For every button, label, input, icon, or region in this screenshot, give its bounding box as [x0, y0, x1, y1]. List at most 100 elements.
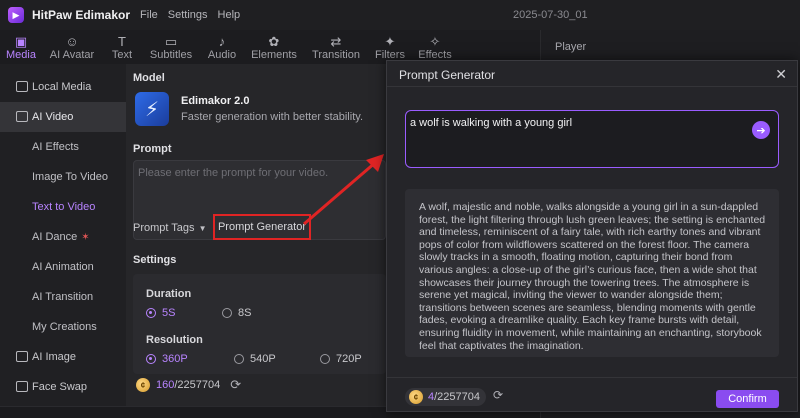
sidebar-item-label: Text to Video: [32, 201, 96, 213]
timeline-toolbar: [0, 406, 386, 418]
menu-settings[interactable]: Settings: [168, 9, 208, 21]
caret-down-icon: ▼: [198, 223, 207, 233]
sidebar-item-text-to-video[interactable]: Text to Video: [0, 192, 126, 222]
sidebar-item-label: Face Swap: [32, 381, 88, 393]
sidebar-item-ai-transition[interactable]: AI Transition: [0, 282, 126, 312]
settings-heading: Settings: [133, 254, 177, 266]
generated-prompt-box[interactable]: A wolf, majestic and noble, walks alongs…: [405, 189, 779, 357]
model-card[interactable]: ⚡ Edimakor 2.0 Faster generation with be…: [133, 90, 386, 130]
credits-indicator: ¢ 160/2257704 ⟳: [136, 376, 241, 394]
prompt-tags-dropdown[interactable]: Prompt Tags ▼: [133, 219, 206, 237]
arrow-shaft: [303, 160, 377, 226]
dialog-header: Prompt Generator ✕: [387, 61, 797, 87]
annotation-arrow: [303, 154, 384, 226]
sidebar-item-label: AI Transition: [32, 291, 94, 303]
prompt-idea-input[interactable]: a wolf is walking with a young girl ➔: [405, 110, 779, 168]
sidebar-item-label: AI Video: [32, 111, 74, 123]
tab-elements-label: Elements: [251, 48, 297, 61]
text-icon: T: [118, 33, 126, 49]
tab-filters[interactable]: ✦ Filters: [368, 30, 412, 64]
image-icon: [16, 351, 28, 362]
sidebar-item-label: AI Animation: [32, 261, 94, 273]
tab-audio[interactable]: ♪ Audio: [200, 30, 244, 64]
model-heading: Model: [133, 72, 165, 84]
sidebar-item-ai-video[interactable]: AI Video: [0, 102, 126, 132]
model-description: Faster generation with better stability.: [181, 111, 363, 123]
model-name: Edimakor 2.0: [181, 95, 250, 107]
credits-text: 160/2257704: [156, 379, 220, 391]
sidebar-item-ai-dance[interactable]: AI Dance ✶: [0, 222, 126, 252]
tab-subtitles-label: Subtitles: [149, 48, 193, 61]
sidebar-item-image-to-video[interactable]: Image To Video: [0, 162, 126, 192]
coin-icon: ¢: [409, 390, 423, 404]
confirm-button[interactable]: Confirm: [716, 390, 779, 408]
music-note-icon: ♪: [218, 33, 226, 49]
tab-elements[interactable]: ✿ Elements: [244, 30, 304, 64]
dialog-credits-total: /2257704: [434, 391, 481, 403]
prompt-generator-button[interactable]: Prompt Generator: [213, 214, 311, 240]
sidebar: Local Media AI Video AI Effects Image To…: [0, 64, 126, 418]
sidebar-item-ai-effects[interactable]: AI Effects: [0, 132, 126, 162]
elements-icon: ✿: [268, 33, 280, 49]
tab-ai-avatar[interactable]: ☺ AI Avatar: [42, 30, 102, 64]
tab-media[interactable]: ▣ Media: [0, 30, 42, 64]
radio-label: 8S: [238, 307, 252, 319]
prompt-generator-dialog: Prompt Generator ✕ a wolf is walking wit…: [386, 60, 798, 412]
prompt-generator-label: Prompt Generator: [217, 221, 307, 233]
radio-label: 5S: [162, 307, 176, 319]
prompt-tags-label: Prompt Tags: [133, 222, 195, 234]
duration-heading: Duration: [146, 288, 192, 300]
tab-audio-label: Audio: [207, 48, 237, 61]
sidebar-item-my-creations[interactable]: My Creations: [0, 312, 126, 342]
close-icon[interactable]: ✕: [775, 66, 787, 83]
duration-8s-radio[interactable]: 8S: [222, 307, 251, 319]
resolution-360p-radio[interactable]: 360P: [146, 353, 188, 365]
refresh-icon[interactable]: ⟳: [230, 377, 241, 393]
tab-filters-label: Filters: [375, 48, 405, 61]
tab-transition[interactable]: ⇄ Transition: [304, 30, 368, 64]
sidebar-item-ai-animation[interactable]: AI Animation: [0, 252, 126, 282]
tab-effects-label: Effects: [418, 48, 452, 61]
sidebar-item-label: Image To Video: [32, 171, 109, 183]
resolution-heading: Resolution: [146, 334, 203, 346]
radio-dot: [320, 354, 330, 364]
tab-effects[interactable]: ✧ Effects: [412, 30, 458, 64]
face-swap-icon: [16, 381, 28, 392]
sidebar-item-local-media[interactable]: Local Media: [0, 72, 126, 102]
resolution-720p-radio[interactable]: 720P: [320, 353, 362, 365]
arrow-right-icon: ➔: [756, 124, 766, 137]
radio-dot: [234, 354, 244, 364]
project-title: 2025-07-30_01: [513, 9, 588, 21]
credits-total: /2257704: [174, 379, 221, 391]
tab-ai-avatar-label: AI Avatar: [49, 48, 95, 61]
duration-5s-radio[interactable]: 5S: [146, 307, 175, 319]
effects-icon: ✧: [429, 33, 441, 49]
resolution-540p-radio[interactable]: 540P: [234, 353, 276, 365]
coin-icon: ¢: [136, 378, 150, 392]
menu-help[interactable]: Help: [218, 9, 241, 21]
sidebar-item-ai-image[interactable]: AI Image: [0, 342, 126, 372]
tab-text[interactable]: T Text: [102, 30, 142, 64]
media-icon: ▣: [14, 33, 28, 49]
radio-dot: [146, 354, 156, 364]
dialog-footer: ¢ 4/2257704 ⟳ Confirm: [387, 377, 797, 413]
generate-arrow-button[interactable]: ➔: [752, 121, 770, 139]
sidebar-item-label: My Creations: [32, 321, 97, 333]
subtitles-icon: ▭: [164, 33, 178, 49]
sidebar-item-face-swap[interactable]: Face Swap: [0, 372, 126, 402]
dialog-credits-text: 4/2257704: [428, 391, 480, 403]
radio-dot: [222, 308, 232, 318]
radio-label: 360P: [162, 353, 188, 365]
avatar-icon: ☺: [65, 33, 79, 49]
transition-icon: ⇄: [330, 33, 342, 49]
tab-transition-label: Transition: [312, 48, 360, 61]
tab-subtitles[interactable]: ▭ Subtitles: [142, 30, 200, 64]
refresh-icon[interactable]: ⟳: [493, 388, 503, 402]
title-bar: ▶ HitPaw Edimakor File Settings Help: [0, 0, 800, 30]
tab-media-label: Media: [6, 48, 36, 61]
menu-file[interactable]: File: [140, 9, 158, 21]
tool-tabs: ▣ Media ☺ AI Avatar T Text ▭ Subtitles ♪…: [0, 30, 540, 64]
radio-label: 540P: [250, 353, 276, 365]
app-logo: ▶: [8, 7, 24, 23]
dialog-credits: ¢ 4/2257704: [405, 388, 487, 406]
